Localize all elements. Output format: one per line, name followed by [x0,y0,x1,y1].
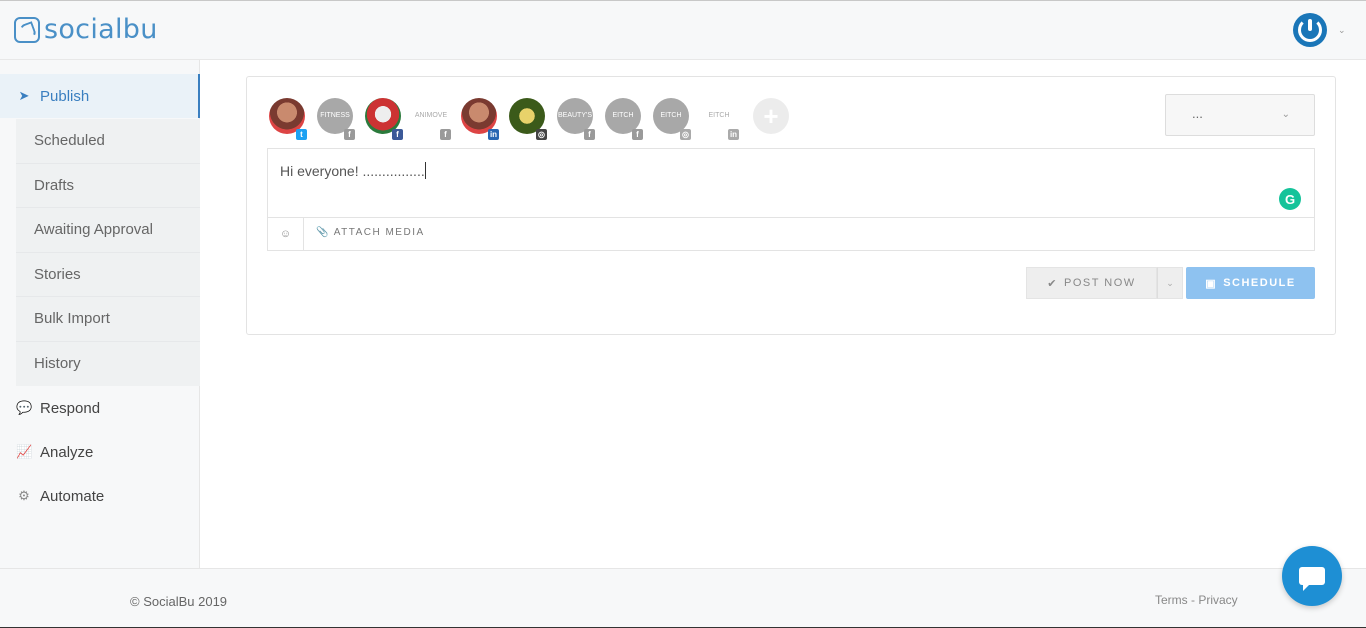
post-now-button[interactable]: ✔ POST NOW [1026,267,1157,299]
schedule-button[interactable]: ▣ SCHEDULE [1186,267,1315,299]
paper-plane-icon: ➤ [18,88,30,103]
sidebar-item-analyze[interactable]: 📈 Analyze [0,430,200,474]
account-avatar[interactable]: EITCH f [605,98,643,140]
twitter-icon: t [296,129,307,140]
logo-mark-icon [14,17,40,43]
check-icon: ✔ [1047,277,1058,290]
add-account-button[interactable]: + [753,98,791,136]
account-avatar[interactable]: t [269,98,307,140]
post-editor[interactable]: Hi everyone! ................ G ☺ 📎 ATTA… [267,148,1315,251]
message-textarea[interactable]: Hi everyone! ................ [280,162,426,179]
chat-icon [1299,567,1325,591]
text-cursor [424,162,426,179]
grammarly-icon[interactable]: G [1279,188,1301,210]
sidebar-subitem-awaiting-approval[interactable]: Awaiting Approval [16,208,200,253]
linkedin-icon: in [728,129,739,140]
account-avatar[interactable]: EITCH in [701,98,739,140]
facebook-icon: f [392,129,403,140]
attach-media-button[interactable]: 📎 ATTACH MEDIA [316,227,425,238]
chevron-down-icon: ⌄ [1166,277,1174,288]
top-header: socialbu ⌄ [0,0,1366,60]
live-chat-button[interactable] [1282,546,1342,606]
gears-icon: ⚙ [18,488,30,503]
smiley-icon: ☺ [279,228,292,240]
user-menu-power-icon[interactable] [1293,13,1327,47]
post-now-dropdown-button[interactable]: ⌄ [1157,267,1183,299]
facebook-icon: f [584,129,595,140]
logo-text: socialbu [44,14,158,45]
plus-icon: + [753,98,789,134]
attach-media-label: ATTACH MEDIA [333,227,425,238]
post-options-select[interactable]: ... ⌄ [1165,94,1315,136]
chat-icon: 💬 [16,400,33,415]
account-avatar[interactable]: in [461,98,499,140]
paperclip-icon: 📎 [316,227,334,238]
sidebar-item-label: Analyze [40,443,94,461]
account-avatar[interactable]: FITNESS f [317,98,355,140]
emoji-button[interactable]: ☺ [268,218,304,250]
account-avatar[interactable]: ANIMOVE f [413,98,451,140]
instagram-icon: ◎ [536,129,547,140]
facebook-icon: f [440,129,451,140]
account-avatar[interactable]: BEAUTY'S f [557,98,595,140]
sidebar-item-respond[interactable]: 💬 Respond [0,386,200,430]
message-text: Hi everyone! ................ [280,163,425,179]
facebook-icon: f [344,129,355,140]
sidebar-subitem-drafts[interactable]: Drafts [16,164,200,208]
terms-privacy-links[interactable]: Terms - Privacy [1155,593,1238,607]
instagram-icon: ◎ [680,129,691,140]
sidebar-item-label: Automate [40,487,105,505]
publish-submenu: Scheduled Drafts Awaiting Approval Stori… [16,119,200,386]
sidebar-subitem-history[interactable]: History [16,342,200,387]
sidebar-item-automate[interactable]: ⚙ Automate [0,474,200,518]
socialbu-logo[interactable]: socialbu [14,16,158,44]
line-chart-icon: 📈 [16,444,33,459]
calendar-icon: ▣ [1205,277,1218,290]
sidebar-subitem-bulk-import[interactable]: Bulk Import [16,297,200,342]
select-value: ... [1192,106,1203,121]
linkedin-icon: in [488,129,499,140]
sidebar-subitem-scheduled[interactable]: Scheduled [16,119,200,164]
copyright-text: © SocialBu 2019 [130,594,228,609]
sidebar: ➤ Publish Scheduled Drafts Awaiting Appr… [0,60,200,568]
footer: © SocialBu 2019 Terms - Privacy [0,568,1366,628]
post-now-label: POST NOW [1064,277,1136,289]
sidebar-subitem-stories[interactable]: Stories [16,253,200,297]
sidebar-item-label: Respond [40,399,101,417]
main-content: t FITNESS f f ANIMOVE f in ◎ BEAUTY'S f … [200,60,1366,568]
post-composer-card: t FITNESS f f ANIMOVE f in ◎ BEAUTY'S f … [246,76,1336,335]
account-avatar[interactable]: EITCH ◎ [653,98,691,140]
sidebar-item-label: Publish [40,87,90,105]
sidebar-item-publish[interactable]: ➤ Publish [0,74,200,118]
chevron-down-icon: ⌄ [1281,109,1290,120]
account-avatar[interactable]: ◎ [509,98,547,140]
schedule-label: SCHEDULE [1223,277,1296,289]
chevron-down-icon[interactable]: ⌄ [1338,25,1346,36]
editor-toolbar: ☺ 📎 ATTACH MEDIA [268,217,1314,250]
facebook-icon: f [632,129,643,140]
account-avatar[interactable]: f [365,98,403,140]
